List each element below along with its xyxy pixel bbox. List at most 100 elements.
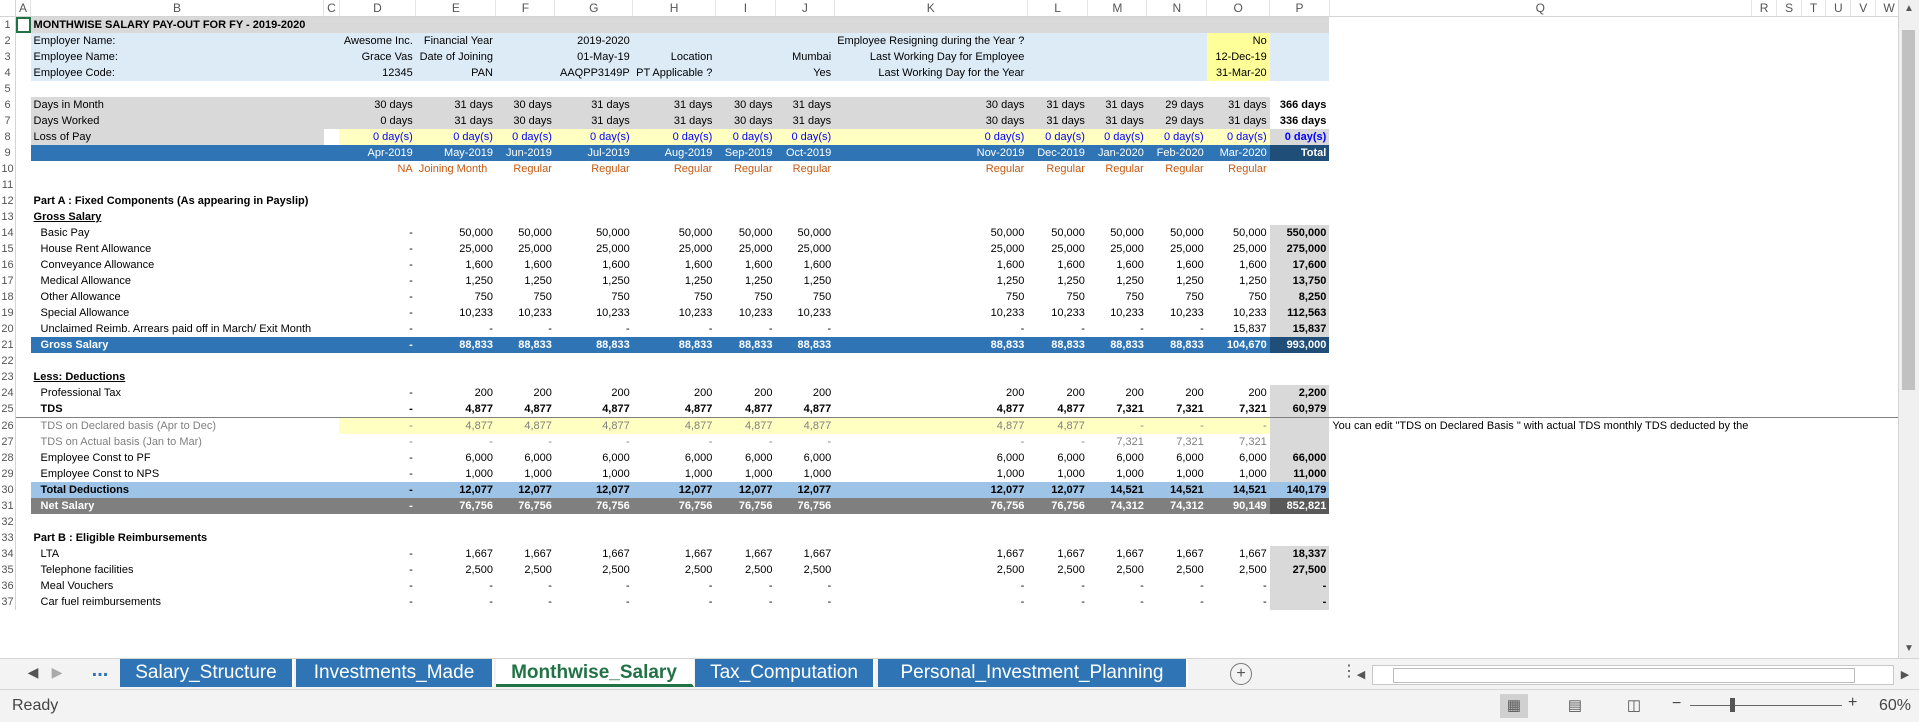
cell-q29[interactable] [1329,466,1751,482]
cell-q32[interactable] [1329,514,1751,530]
cell-s20[interactable] [1777,321,1802,337]
cell-c1[interactable] [323,16,340,33]
cell-a30[interactable] [16,482,31,498]
cell-h9[interactable]: Aug-2019 [632,145,716,161]
cell-s8[interactable] [1777,129,1802,145]
cell-i12[interactable] [715,193,775,209]
cell-h32[interactable] [633,514,716,530]
cell-r18[interactable] [1751,289,1777,305]
cell-g36[interactable]: - [555,578,633,594]
cell-j36[interactable]: - [776,578,835,594]
cell-r14[interactable] [1751,225,1777,241]
cell-j35[interactable]: 2,500 [776,562,835,578]
cell-f9[interactable]: Jun-2019 [495,145,555,161]
cell-l1[interactable] [1027,16,1088,33]
cell-u3[interactable] [1826,49,1851,65]
cell-m22[interactable] [1088,353,1147,369]
cell-i2[interactable] [715,33,776,49]
cell-e6[interactable]: 31 days [415,97,496,113]
row-header-32[interactable]: 32 [0,514,17,530]
cell-v23[interactable] [1851,369,1876,385]
cell-i15[interactable]: 25,000 [715,241,775,257]
cell-a2[interactable] [16,33,31,49]
cell-l4[interactable] [1027,65,1088,81]
cell-h6[interactable]: 31 days [632,97,716,113]
cell-t8[interactable] [1801,129,1825,145]
cell-g15[interactable]: 25,000 [555,241,633,257]
cell-p34[interactable]: 18,337 [1269,546,1330,562]
cell-c5[interactable] [324,81,340,97]
vertical-scrollbar[interactable]: ▲ ▼ [1898,0,1919,658]
cell-n24[interactable]: 200 [1147,385,1207,401]
row-header-1[interactable]: 1 [0,16,17,33]
cell-q7[interactable] [1329,113,1751,129]
column-header-h[interactable]: H [632,0,716,17]
cell-m18[interactable]: 750 [1088,289,1147,305]
cell-h20[interactable]: - [633,321,716,337]
cell-t6[interactable] [1801,97,1825,113]
row-header-14[interactable]: 14 [0,225,17,241]
cell-f1[interactable] [495,16,555,33]
cell-v26[interactable] [1850,417,1876,434]
cell-i29[interactable]: 1,000 [715,466,775,482]
cell-q5[interactable] [1329,81,1751,97]
horizontal-scrollbar[interactable]: ◀ ▶ [1357,665,1909,685]
cell-c30[interactable] [323,482,340,498]
cell-q21[interactable] [1329,337,1751,353]
cell-q25[interactable] [1329,401,1751,418]
cell-k3[interactable]: Last Working Day for Employee [834,49,1028,65]
cell-h10[interactable]: Regular [633,161,716,177]
column-header-p[interactable]: P [1269,0,1330,17]
cell-e12[interactable] [416,193,496,209]
cell-i22[interactable] [715,353,775,369]
cell-c19[interactable] [324,305,340,321]
cell-p31[interactable]: 852,821 [1269,498,1330,514]
row-header-8[interactable]: 8 [0,129,17,145]
cell-i17[interactable]: 1,250 [715,273,775,289]
cell-c16[interactable] [324,257,340,273]
cell-l25[interactable]: 4,877 [1027,401,1088,418]
cell-h26[interactable]: 4,877 [632,417,716,434]
cell-d2[interactable]: Awesome Inc. [339,33,416,49]
cell-a33[interactable] [16,530,31,546]
row-header-28[interactable]: 28 [0,450,17,466]
page-layout-view-icon[interactable]: ▤ [1561,694,1589,718]
cell-f6[interactable]: 30 days [495,97,555,113]
cell-d12[interactable] [339,193,416,209]
cell-b18[interactable]: Other Allowance [31,289,324,305]
cell-d9[interactable]: Apr-2019 [339,145,416,161]
cell-m15[interactable]: 25,000 [1088,241,1147,257]
cell-d32[interactable] [339,514,416,530]
cell-s18[interactable] [1777,289,1802,305]
cell-v13[interactable] [1851,209,1876,225]
cell-t26[interactable] [1801,417,1826,434]
cell-s17[interactable] [1777,273,1802,289]
cell-p10[interactable] [1270,161,1330,177]
cell-g23[interactable] [555,369,633,385]
cell-m8[interactable]: 0 day(s) [1087,129,1147,145]
cell-s30[interactable] [1777,482,1802,498]
cell-n14[interactable]: 50,000 [1147,225,1207,241]
cell-r9[interactable] [1751,145,1777,161]
cell-b9[interactable] [30,145,324,161]
cell-a5[interactable] [16,81,31,97]
cell-a1[interactable] [15,16,31,33]
cell-h37[interactable]: - [633,594,716,610]
cell-m7[interactable]: 31 days [1087,113,1147,129]
cell-f23[interactable] [496,369,555,385]
cell-d36[interactable]: - [339,578,416,594]
cell-i27[interactable]: - [715,434,775,450]
cell-s3[interactable] [1777,49,1802,65]
cell-p4[interactable] [1269,65,1330,81]
row-header-4[interactable]: 4 [0,65,17,81]
cell-u13[interactable] [1826,209,1851,225]
cell-c31[interactable] [323,498,340,514]
cell-o8[interactable]: 0 day(s) [1206,129,1270,145]
column-header-l[interactable]: L [1027,0,1089,17]
page-break-view-icon[interactable]: ◫ [1620,694,1648,718]
worksheet-table[interactable]: ABCDEFGHIJKLMNOPQRSTUVWX 1MONTHWISE SALA… [0,0,1919,610]
column-header-t[interactable]: T [1801,0,1827,17]
cell-b22[interactable] [31,353,324,369]
cell-d19[interactable]: - [339,305,416,321]
cell-k5[interactable] [834,81,1027,97]
